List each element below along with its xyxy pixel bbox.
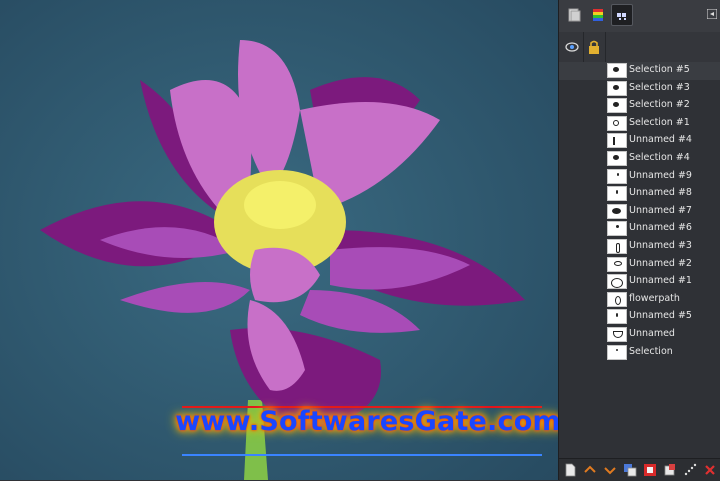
watermark: www.SoftwaresGate.com: [172, 406, 564, 460]
layer-label: Unnamed #8: [629, 187, 692, 199]
layer-thumbnail: [607, 327, 627, 342]
new-layer-icon[interactable]: [563, 463, 577, 477]
watermark-bottom-line: [182, 454, 542, 456]
layer-row[interactable]: Unnamed #4: [559, 132, 720, 150]
layer-thumbnail: [607, 168, 627, 184]
delete-icon[interactable]: [703, 463, 717, 477]
layer-label: Selection #4: [629, 152, 690, 163]
layer-label: Unnamed #6: [629, 222, 692, 234]
layer-row[interactable]: Unnamed #1: [559, 273, 720, 291]
layer-thumbnail: [607, 256, 627, 272]
layer-label: Unnamed #9: [629, 169, 692, 181]
layer-label: Selection #2: [629, 99, 690, 111]
watermark-text: www.SoftwaresGate.com: [175, 406, 561, 437]
layer-label: Unnamed #5: [629, 310, 692, 322]
layer-thumbnail: [607, 151, 627, 166]
layer-row[interactable]: Selection #1: [559, 115, 720, 133]
layer-row[interactable]: Unnamed #8: [559, 185, 720, 203]
panel-tab-bar: [559, 0, 720, 33]
layer-thumbnail: [607, 239, 627, 254]
layer-row[interactable]: Unnamed #2: [559, 256, 720, 274]
layer-thumbnail: [607, 274, 627, 290]
layer-row[interactable]: Selection #3: [559, 80, 720, 98]
layer-thumbnail: [607, 186, 627, 202]
layer-row[interactable]: Unnamed #7: [559, 203, 720, 221]
header-separator: [583, 32, 584, 62]
merge-icon[interactable]: [663, 463, 677, 477]
objects-tab[interactable]: [611, 4, 633, 26]
move-down-icon[interactable]: [603, 463, 617, 477]
layer-thumbnail: [607, 80, 627, 96]
layer-thumbnail: [607, 344, 627, 360]
layer-label: flowerpath: [629, 292, 680, 304]
layer-row[interactable]: Unnamed #3: [559, 238, 720, 256]
scatter-icon[interactable]: [683, 463, 697, 477]
layers-bottom-toolbar: [559, 458, 720, 481]
layer-row[interactable]: flowerpath: [559, 291, 720, 309]
layer-label: Unnamed #4: [629, 134, 692, 146]
eye-icon[interactable]: [563, 38, 581, 56]
layer-thumbnail: [607, 291, 627, 307]
layer-row[interactable]: Unnamed #9: [559, 168, 720, 186]
layer-label: Unnamed #3: [629, 240, 692, 251]
page-stack-icon: [568, 8, 581, 22]
header-separator: [605, 32, 606, 62]
layer-row[interactable]: Selection #4: [559, 150, 720, 168]
layers-tab[interactable]: [563, 4, 585, 26]
layer-label: Selection #1: [629, 116, 690, 128]
layers-header: [559, 32, 720, 63]
duplicate-icon[interactable]: [623, 463, 637, 477]
layer-label: Unnamed #7: [629, 204, 692, 216]
layer-thumbnail: [607, 63, 627, 78]
layer-thumbnail: [607, 203, 627, 219]
layer-thumbnail: [607, 115, 627, 131]
layer-thumbnail: [607, 309, 627, 325]
panel-menu-icon[interactable]: [707, 9, 717, 19]
layer-thumbnail: [607, 98, 627, 114]
layer-row[interactable]: Unnamed #6: [559, 220, 720, 238]
layer-row[interactable]: Unnamed #5: [559, 308, 720, 326]
layer-row[interactable]: Unnamed: [559, 326, 720, 344]
move-up-icon[interactable]: [583, 463, 597, 477]
layer-label: Selection: [629, 345, 673, 357]
layers-list: Selection #5 Selection #3 Selection #2 S…: [559, 62, 720, 458]
layer-label: Unnamed #1: [629, 275, 692, 287]
lock-icon[interactable]: [585, 38, 603, 56]
layer-row[interactable]: Selection #5: [559, 62, 720, 80]
colors-tab[interactable]: [587, 4, 609, 26]
layer-label: Selection #5: [629, 64, 690, 75]
layer-row[interactable]: Selection #2: [559, 97, 720, 115]
layer-label: Selection #3: [629, 81, 690, 93]
layer-row[interactable]: Selection: [559, 344, 720, 362]
layer-thumbnail: [607, 133, 627, 149]
layers-panel: Selection #5 Selection #3 Selection #2 S…: [558, 0, 720, 481]
flower-center: [244, 181, 316, 229]
mask-icon[interactable]: [643, 463, 657, 477]
layer-label: Unnamed: [629, 328, 675, 339]
layer-label: Unnamed #2: [629, 257, 692, 269]
layer-thumbnail: [607, 221, 627, 237]
color-swatches-icon: [593, 9, 603, 21]
objects-icon: [617, 13, 626, 20]
